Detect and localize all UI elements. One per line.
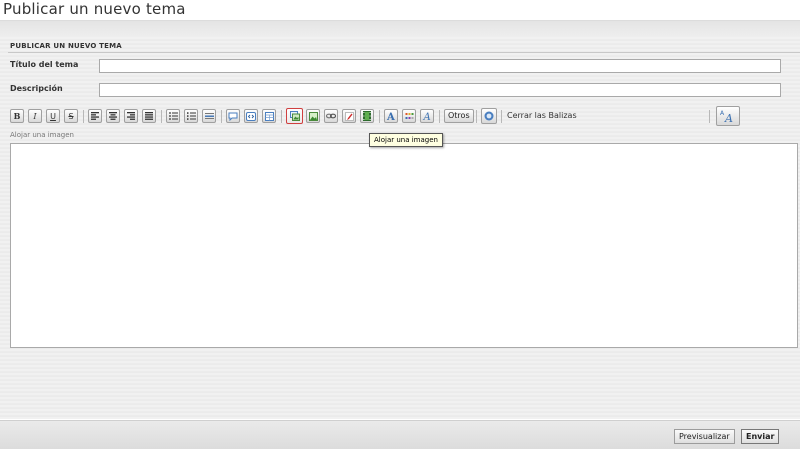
- svg-text:A: A: [386, 112, 395, 121]
- font-size-icon: A: [423, 112, 431, 121]
- numbered-list-button[interactable]: [184, 109, 198, 123]
- toggle-font-size-button[interactable]: AA: [716, 106, 740, 126]
- toolbar-status-hint: Alojar una imagen: [10, 131, 74, 139]
- table-button[interactable]: [262, 109, 276, 123]
- align-right-button[interactable]: [124, 109, 138, 123]
- preview-button[interactable]: Previsualizar: [674, 429, 735, 444]
- section-title: PUBLICAR UN NUEVO TEMA: [10, 42, 122, 50]
- panel-header-band: [0, 21, 800, 37]
- bulleted-list-icon: [168, 112, 178, 120]
- upload-image-tooltip: Alojar una imagen: [369, 133, 443, 147]
- flash-button[interactable]: [342, 109, 356, 123]
- align-center-button[interactable]: [106, 109, 120, 123]
- table-icon: [264, 111, 274, 121]
- page-title: Publicar un nuevo tema: [3, 0, 186, 18]
- post-form-panel: PUBLICAR UN NUEVO TEMA Título del tema D…: [0, 20, 800, 419]
- film-strip-icon: [363, 111, 371, 121]
- link-icon: [326, 113, 336, 119]
- topic-title-input[interactable]: [99, 59, 781, 73]
- align-right-icon: [127, 112, 135, 120]
- bold-button[interactable]: B: [10, 109, 24, 123]
- color-palette-icon: [405, 112, 413, 119]
- toolbar-separator: [83, 110, 84, 123]
- align-left-button[interactable]: [88, 109, 102, 123]
- justify-icon: [145, 112, 153, 120]
- toolbar-separator: [281, 110, 282, 123]
- speech-bubble-icon: [228, 112, 238, 121]
- strikethrough-button[interactable]: S: [64, 109, 78, 123]
- align-center-icon: [109, 112, 117, 120]
- others-button[interactable]: Otros: [444, 109, 474, 123]
- upload-image-button[interactable]: [286, 108, 303, 124]
- justify-button[interactable]: [142, 109, 156, 123]
- svg-text:A: A: [724, 112, 733, 123]
- description-label: Descripción: [10, 84, 63, 93]
- color-palette-button[interactable]: [402, 109, 416, 123]
- image-upload-icon: [289, 111, 300, 121]
- description-input[interactable]: [99, 83, 781, 97]
- insert-image-button[interactable]: [306, 109, 320, 123]
- topic-title-label: Título del tema: [10, 60, 79, 69]
- help-icon: [484, 111, 494, 121]
- form-actions-bar: Previsualizar Enviar: [0, 420, 800, 449]
- image-icon: [308, 111, 318, 121]
- horizontal-rule-icon: [204, 113, 214, 119]
- toolbar-separator: [439, 110, 440, 123]
- submit-button[interactable]: Enviar: [741, 429, 780, 444]
- font-face-button[interactable]: A: [384, 109, 398, 123]
- editor-toolbar: B I U S A A Otros Cerrar las Balizas A A: [10, 106, 790, 127]
- font-resize-icon: AA: [720, 110, 733, 123]
- align-left-icon: [91, 112, 99, 120]
- section-divider: [8, 52, 800, 53]
- horizontal-rule-button[interactable]: [202, 109, 216, 123]
- toolbar-separator: [379, 110, 380, 123]
- toolbar-separator: [709, 110, 710, 123]
- svg-text:A: A: [423, 112, 431, 121]
- toolbar-separator: [161, 110, 162, 123]
- font-size-button[interactable]: A: [420, 109, 434, 123]
- toolbar-separator: [476, 110, 477, 123]
- code-icon: [246, 111, 256, 121]
- code-button[interactable]: [244, 109, 258, 123]
- insert-link-button[interactable]: [324, 109, 338, 123]
- toolbar-separator: [501, 110, 502, 123]
- close-tags-link[interactable]: Cerrar las Balizas: [507, 111, 577, 120]
- numbered-list-icon: [186, 112, 196, 120]
- font-face-icon: A: [386, 112, 395, 121]
- underline-button[interactable]: U: [46, 109, 60, 123]
- italic-button[interactable]: I: [28, 109, 42, 123]
- bulleted-list-button[interactable]: [166, 109, 180, 123]
- quote-button[interactable]: [226, 109, 240, 123]
- video-button[interactable]: [360, 109, 374, 123]
- message-body-textarea[interactable]: [10, 143, 798, 348]
- toolbar-separator: [221, 110, 222, 123]
- flash-icon: [344, 111, 354, 121]
- help-button[interactable]: [481, 108, 497, 124]
